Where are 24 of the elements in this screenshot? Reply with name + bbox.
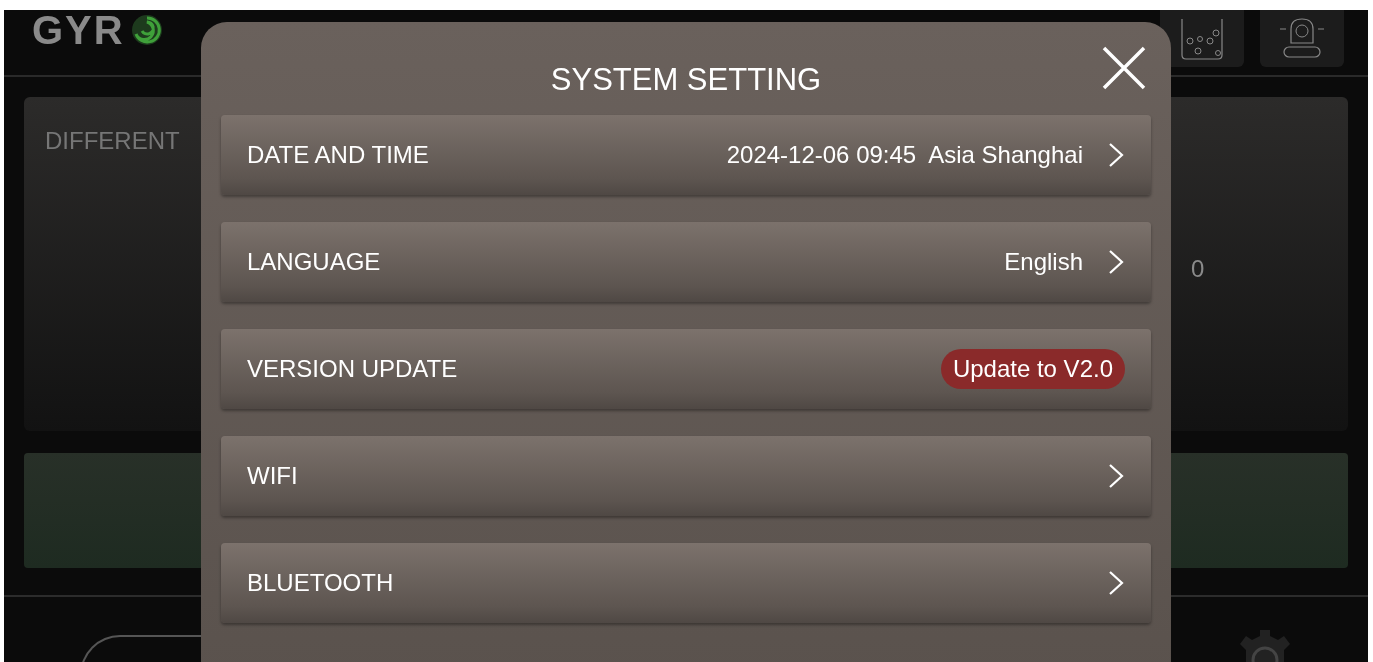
chevron-right-icon [1107, 569, 1125, 597]
swirl-icon [130, 14, 163, 46]
row-label: DATE AND TIME [247, 141, 430, 169]
settings-row[interactable]: BLUETOOTH [221, 543, 1151, 623]
logo-text: GYR [32, 10, 125, 50]
row-value: English [1004, 248, 1083, 276]
card-value: 0 [1191, 255, 1205, 283]
update-button[interactable]: Update to V2.0 [940, 349, 1125, 389]
dialog-title: SYSTEM SETTING [550, 62, 822, 99]
close-icon[interactable] [1101, 45, 1147, 91]
settings-row[interactable]: DATE AND TIME 2024-12-06 09:45 Asia Shanghai [221, 115, 1151, 195]
settings-row[interactable]: WIFI [221, 436, 1151, 516]
card-title: DIFFERENT [45, 127, 180, 155]
alarm-button[interactable] [1260, 10, 1344, 67]
bubbles-button[interactable] [1160, 10, 1244, 67]
chevron-right-icon [1107, 462, 1125, 490]
row-value: 2024-12-06 09:45 Asia Shanghai [726, 141, 1083, 169]
chevron-right-icon [1107, 248, 1125, 276]
settings-row[interactable]: LANGUAGE English [221, 222, 1151, 302]
row-label: BLUETOOTH [247, 569, 395, 597]
row-label: VERSION UPDATE [247, 355, 459, 383]
chevron-right-icon [1107, 141, 1125, 169]
row-label: LANGUAGE [247, 248, 382, 276]
row-label: WIFI [247, 462, 299, 490]
